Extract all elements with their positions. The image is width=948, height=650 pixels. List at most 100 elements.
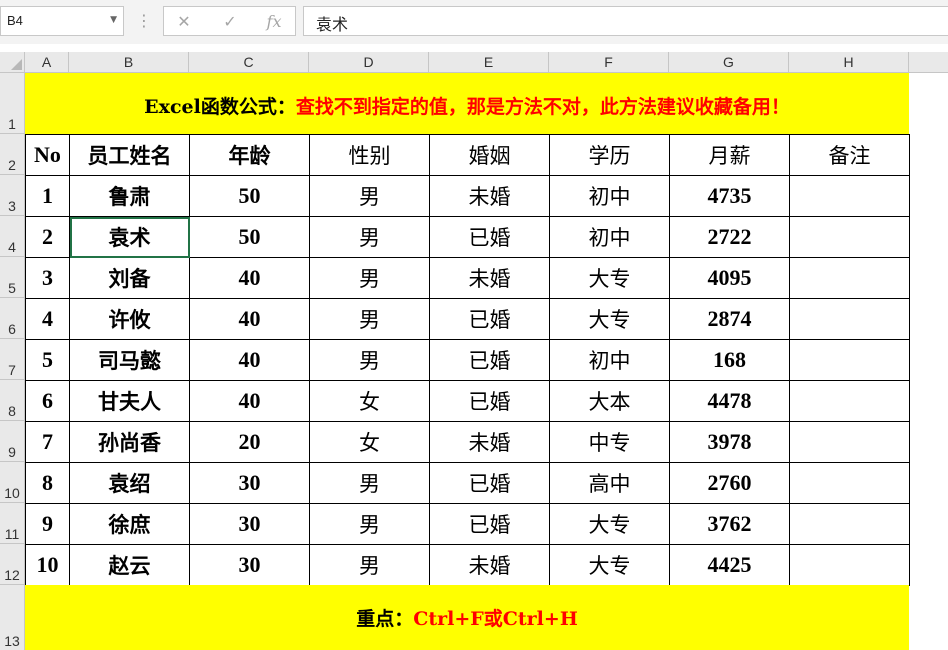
cell-remark[interactable] xyxy=(789,257,910,299)
cell-name[interactable]: 袁绍 xyxy=(69,462,190,504)
column-header-next[interactable] xyxy=(909,52,948,73)
row-header-2[interactable]: 2 xyxy=(0,134,25,175)
cell-gender[interactable]: 男 xyxy=(309,257,430,299)
cell-remark[interactable] xyxy=(789,216,910,258)
column-header-b[interactable]: B xyxy=(69,52,189,73)
header-age[interactable]: 年龄 xyxy=(189,134,310,176)
footer-banner-cell[interactable]: 重点：Ctrl+F或Ctrl+H xyxy=(25,585,909,650)
cell-gender[interactable]: 男 xyxy=(309,339,430,381)
column-header-c[interactable]: C xyxy=(189,52,309,73)
name-box[interactable]: B4 ▼ xyxy=(0,6,124,36)
cell-name[interactable]: 甘夫人 xyxy=(69,380,190,422)
row-header-7[interactable]: 7 xyxy=(0,339,25,380)
row-header-1[interactable]: 1 xyxy=(0,73,25,134)
cell-gender[interactable]: 男 xyxy=(309,544,430,586)
cell-education[interactable]: 大专 xyxy=(549,544,670,586)
cell-no[interactable]: 2 xyxy=(25,216,70,258)
column-header-d[interactable]: D xyxy=(309,52,429,73)
cell-education[interactable]: 初中 xyxy=(549,175,670,217)
header-marital[interactable]: 婚姻 xyxy=(429,134,550,176)
cell-marital[interactable]: 未婚 xyxy=(429,257,550,299)
header-education[interactable]: 学历 xyxy=(549,134,670,176)
cell-education[interactable]: 大本 xyxy=(549,380,670,422)
cell-name-selected[interactable]: 袁术 xyxy=(69,216,190,258)
cell-no[interactable]: 1 xyxy=(25,175,70,217)
cell-no[interactable]: 9 xyxy=(25,503,70,545)
cell-marital[interactable]: 已婚 xyxy=(429,503,550,545)
cell-education[interactable]: 初中 xyxy=(549,216,670,258)
row-header-12[interactable]: 12 xyxy=(0,544,25,585)
cell-gender[interactable]: 男 xyxy=(309,175,430,217)
cell-name[interactable]: 刘备 xyxy=(69,257,190,299)
cell-remark[interactable] xyxy=(789,544,910,586)
cell-salary[interactable]: 2760 xyxy=(669,462,790,504)
cell-age[interactable]: 20 xyxy=(189,421,310,463)
cell-salary[interactable]: 3978 xyxy=(669,421,790,463)
column-header-a[interactable]: A xyxy=(25,52,69,73)
cell-age[interactable]: 40 xyxy=(189,257,310,299)
cell-marital[interactable]: 已婚 xyxy=(429,462,550,504)
cell-education[interactable]: 初中 xyxy=(549,339,670,381)
cell-name[interactable]: 鲁肃 xyxy=(69,175,190,217)
cell-name[interactable]: 孙尚香 xyxy=(69,421,190,463)
cell-age[interactable]: 40 xyxy=(189,298,310,340)
cell-gender[interactable]: 男 xyxy=(309,298,430,340)
cell-age[interactable]: 30 xyxy=(189,544,310,586)
row-header-9[interactable]: 9 xyxy=(0,421,25,462)
cell-name[interactable]: 司马懿 xyxy=(69,339,190,381)
cell-name[interactable]: 赵云 xyxy=(69,544,190,586)
cell-remark[interactable] xyxy=(789,380,910,422)
cell-no[interactable]: 5 xyxy=(25,339,70,381)
header-no[interactable]: No xyxy=(25,134,70,176)
cell-remark[interactable] xyxy=(789,339,910,381)
cell-gender[interactable]: 女 xyxy=(309,380,430,422)
column-header-f[interactable]: F xyxy=(549,52,669,73)
row-header-11[interactable]: 11 xyxy=(0,503,25,544)
insert-function-icon[interactable]: fx xyxy=(262,11,286,33)
cell-name[interactable]: 徐庶 xyxy=(69,503,190,545)
cell-education[interactable]: 大专 xyxy=(549,298,670,340)
cell-remark[interactable] xyxy=(789,298,910,340)
cell-no[interactable]: 8 xyxy=(25,462,70,504)
column-header-g[interactable]: G xyxy=(669,52,789,73)
cell-marital[interactable]: 已婚 xyxy=(429,380,550,422)
cell-no[interactable]: 3 xyxy=(25,257,70,299)
cell-no[interactable]: 7 xyxy=(25,421,70,463)
cell-marital[interactable]: 已婚 xyxy=(429,339,550,381)
cell-name[interactable]: 许攸 xyxy=(69,298,190,340)
cell-education[interactable]: 大专 xyxy=(549,257,670,299)
row-header-5[interactable]: 5 xyxy=(0,257,25,298)
cell-remark[interactable] xyxy=(789,175,910,217)
cell-marital[interactable]: 未婚 xyxy=(429,175,550,217)
cell-salary[interactable]: 2722 xyxy=(669,216,790,258)
cell-education[interactable]: 中专 xyxy=(549,421,670,463)
row-header-6[interactable]: 6 xyxy=(0,298,25,339)
chevron-down-icon[interactable]: ▼ xyxy=(110,15,117,25)
cell-salary[interactable]: 4735 xyxy=(669,175,790,217)
cell-age[interactable]: 30 xyxy=(189,503,310,545)
cell-marital[interactable]: 未婚 xyxy=(429,544,550,586)
row-header-4[interactable]: 4 xyxy=(0,216,25,257)
cell-no[interactable]: 10 xyxy=(25,544,70,586)
cell-age[interactable]: 50 xyxy=(189,216,310,258)
title-banner-cell[interactable]: Excel函数公式：查找不到指定的值，那是方法不对，此方法建议收藏备用！ xyxy=(25,73,909,134)
cell-marital[interactable]: 已婚 xyxy=(429,298,550,340)
header-name[interactable]: 员工姓名 xyxy=(69,134,190,176)
cell-marital[interactable]: 已婚 xyxy=(429,216,550,258)
cell-salary[interactable]: 2874 xyxy=(669,298,790,340)
cell-marital[interactable]: 未婚 xyxy=(429,421,550,463)
cancel-icon[interactable]: ✕ xyxy=(172,11,196,33)
cell-education[interactable]: 大专 xyxy=(549,503,670,545)
header-salary[interactable]: 月薪 xyxy=(669,134,790,176)
header-remark[interactable]: 备注 xyxy=(789,134,910,176)
cell-age[interactable]: 40 xyxy=(189,380,310,422)
row-header-3[interactable]: 3 xyxy=(0,175,25,216)
cell-salary[interactable]: 168 xyxy=(669,339,790,381)
column-header-h[interactable]: H xyxy=(789,52,909,73)
cell-no[interactable]: 6 xyxy=(25,380,70,422)
more-options-icon[interactable]: ⋮ xyxy=(136,10,152,32)
row-header-13[interactable]: 13 xyxy=(0,585,25,650)
cell-gender[interactable]: 女 xyxy=(309,421,430,463)
cell-gender[interactable]: 男 xyxy=(309,216,430,258)
cell-gender[interactable]: 男 xyxy=(309,462,430,504)
